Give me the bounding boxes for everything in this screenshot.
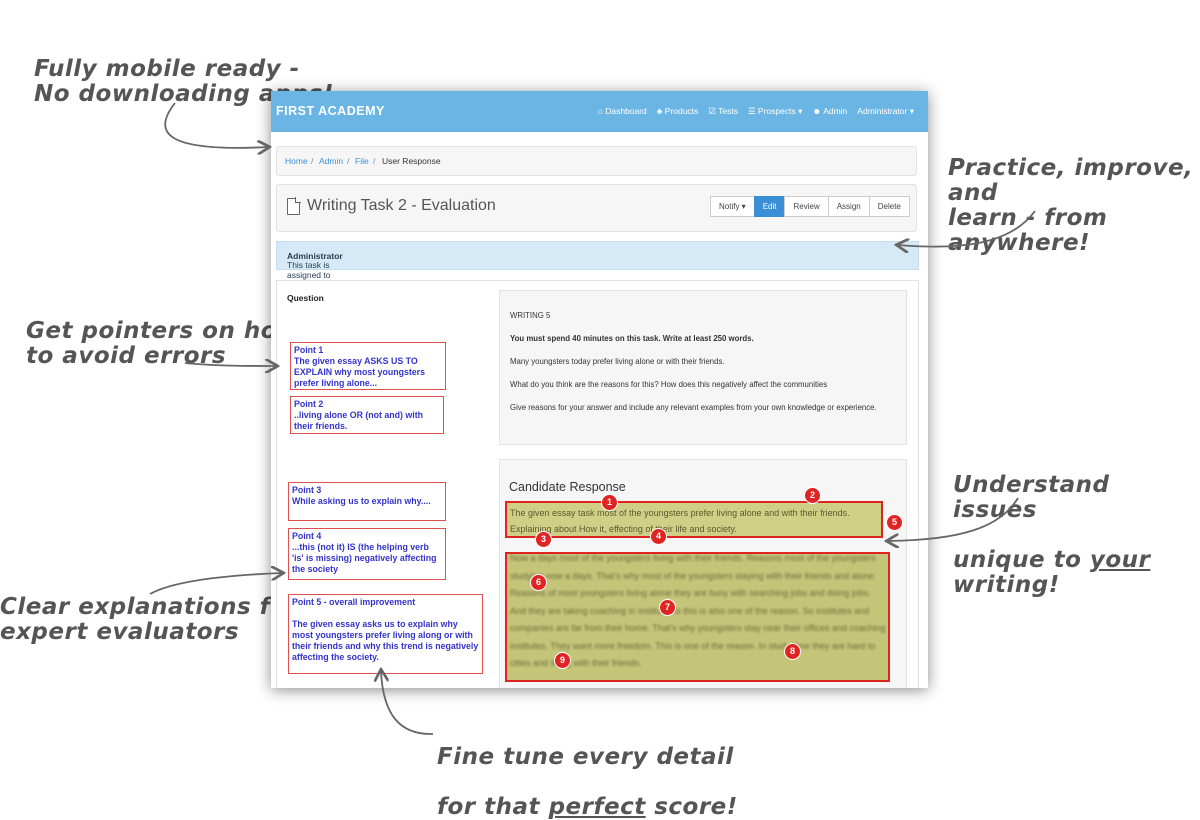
breadcrumb-admin[interactable]: Admin bbox=[319, 156, 343, 166]
response-heading: Candidate Response bbox=[509, 480, 626, 494]
review-button[interactable]: Review bbox=[784, 196, 829, 217]
feedback-point-2[interactable]: Point 2 ..living alone OR (not and) with… bbox=[290, 396, 444, 434]
breadcrumb-separator: / bbox=[347, 156, 350, 166]
response-paragraph-1: The given essay task most of the youngst… bbox=[510, 508, 850, 534]
candidate-response-panel: Candidate Response The given essay task … bbox=[499, 459, 907, 688]
callout-finetune-line2b: score! bbox=[645, 794, 738, 820]
assignment-alert: This task is assigned to Administrator bbox=[276, 241, 919, 280]
error-marker-5[interactable]: 5 bbox=[886, 514, 903, 531]
evaluation-panel: Question Point 1 The given essay ASKS US… bbox=[276, 280, 919, 688]
nav-products[interactable]: ♣ Products bbox=[657, 106, 698, 117]
breadcrumb-current: User Response bbox=[382, 156, 441, 166]
callout-practice: Practice, improve, and learn - from anyw… bbox=[948, 155, 1194, 256]
notify-button[interactable]: Notify ▾ bbox=[710, 196, 755, 217]
error-marker-4[interactable]: 4 bbox=[650, 528, 667, 545]
error-marker-1[interactable]: 1 bbox=[601, 494, 618, 511]
error-marker-6[interactable]: 6 bbox=[530, 574, 547, 591]
question-box: WRITING 5 You must spend 40 minutes on t… bbox=[499, 290, 907, 445]
question-heading: Question bbox=[287, 293, 324, 303]
nav-admin[interactable]: ☻ Admin bbox=[812, 106, 847, 117]
question-paragraph-1: Many youngsters today prefer living alon… bbox=[510, 357, 725, 366]
breadcrumb-separator: / bbox=[311, 156, 314, 166]
feedback-point-4[interactable]: Point 4 ...this (not it) IS (the helping… bbox=[288, 528, 446, 580]
callout-understand-line2b: writing! bbox=[953, 572, 1060, 598]
feedback-point-1[interactable]: Point 1 The given essay ASKS US TO EXPLA… bbox=[290, 342, 446, 390]
nav-tests[interactable]: ☑ Tests bbox=[708, 106, 738, 117]
breadcrumb: Home / Admin / File / User Response bbox=[276, 146, 917, 176]
feedback-point-5[interactable]: Point 5 - overall improvement The given … bbox=[288, 594, 483, 674]
callout-finetune-line2a: for that bbox=[437, 794, 549, 820]
nav-prospects[interactable]: ☰ Prospects ▾ bbox=[748, 106, 802, 117]
nav-menu: ⌂ Dashboard ♣ Products ☑ Tests ☰ Prospec… bbox=[598, 106, 914, 117]
breadcrumb-file[interactable]: File bbox=[355, 156, 369, 166]
document-icon bbox=[287, 197, 301, 215]
nav-dashboard[interactable]: ⌂ Dashboard bbox=[598, 106, 647, 117]
error-marker-3[interactable]: 3 bbox=[535, 531, 552, 548]
brand-logo[interactable]: FIRST ACADEMY bbox=[276, 104, 385, 118]
question-instruction: You must spend 40 minutes on this task. … bbox=[510, 334, 754, 343]
edit-button[interactable]: Edit bbox=[753, 196, 786, 217]
question-paragraph-2: What do you think are the reasons for th… bbox=[510, 380, 828, 389]
error-marker-7[interactable]: 7 bbox=[659, 599, 676, 616]
navbar: FIRST ACADEMY ⌂ Dashboard ♣ Products ☑ T… bbox=[271, 91, 928, 132]
delete-button[interactable]: Delete bbox=[868, 196, 910, 217]
arrow-mobile bbox=[164, 102, 268, 148]
breadcrumb-separator: / bbox=[373, 156, 376, 166]
nav-user-menu[interactable]: Administrator ▾ bbox=[857, 106, 914, 117]
callout-fine-tune: Fine tune every detail for that perfect … bbox=[437, 720, 738, 820]
error-marker-8[interactable]: 8 bbox=[784, 643, 801, 660]
assign-button[interactable]: Assign bbox=[827, 196, 870, 217]
alert-prefix: This task is assigned to bbox=[287, 260, 331, 280]
highlight-paragraph-1[interactable]: The given essay task most of the youngst… bbox=[505, 501, 883, 538]
page-title: Writing Task 2 - Evaluation bbox=[307, 197, 496, 214]
feedback-point-3[interactable]: Point 3 While asking us to explain why..… bbox=[288, 482, 446, 521]
alert-text: This task is assigned to Administrator bbox=[287, 251, 343, 280]
question-paragraph-3: Give reasons for your answer and include… bbox=[510, 403, 877, 412]
error-marker-2[interactable]: 2 bbox=[804, 487, 821, 504]
question-title: WRITING 5 bbox=[510, 311, 551, 320]
breadcrumb-home[interactable]: Home bbox=[285, 156, 308, 166]
app-window: FIRST ACADEMY ⌂ Dashboard ♣ Products ☑ T… bbox=[271, 91, 928, 688]
callout-understand-emphasis: your bbox=[1089, 547, 1151, 573]
callout-understand: Understand issues unique to your writing… bbox=[953, 448, 1200, 598]
arrow-clear bbox=[149, 573, 282, 595]
callout-pointers: Get pointers on how to avoid errors bbox=[26, 318, 298, 369]
error-marker-9[interactable]: 9 bbox=[554, 652, 571, 669]
callout-understand-line2a: unique to bbox=[953, 547, 1090, 573]
callout-finetune-line1: Fine tune every detail bbox=[437, 744, 734, 770]
callout-finetune-emphasis: perfect bbox=[548, 794, 646, 820]
action-buttons: Notify ▾ Edit Review Assign Delete bbox=[710, 196, 910, 217]
title-bar: Writing Task 2 - Evaluation Notify ▾ Edi… bbox=[276, 184, 917, 232]
callout-understand-line1: Understand issues bbox=[953, 472, 1110, 523]
